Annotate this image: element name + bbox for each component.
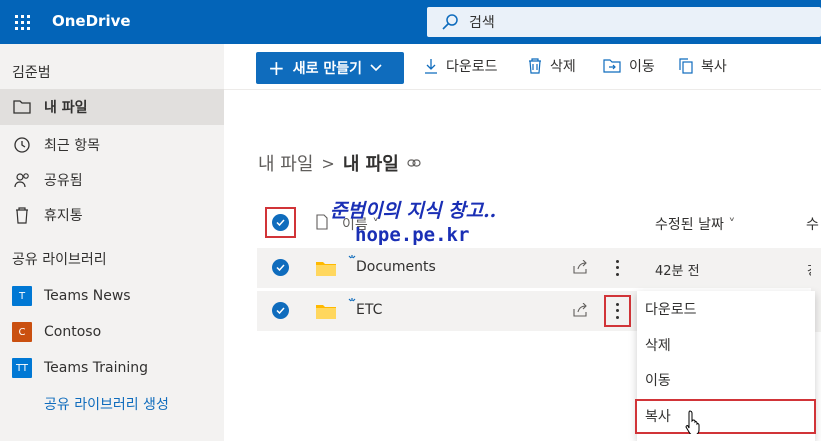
file-name[interactable]: Documents xyxy=(356,259,436,275)
nav-item-shared[interactable]: 공유됨 xyxy=(0,162,224,198)
search-box[interactable]: 검색 xyxy=(427,7,821,37)
folder-icon xyxy=(12,97,32,117)
highlight-copy xyxy=(635,399,816,434)
file-name[interactable]: ETC xyxy=(356,302,382,318)
share-icon[interactable] xyxy=(573,260,589,274)
folder-icon xyxy=(316,305,336,319)
search-icon xyxy=(442,14,458,30)
library-badge: C xyxy=(12,322,32,342)
library-contoso[interactable]: C Contoso xyxy=(12,321,101,343)
download-icon xyxy=(425,59,437,74)
move-label: 이동 xyxy=(629,59,655,75)
plus-icon: + xyxy=(268,56,285,80)
link-icon[interactable] xyxy=(407,159,421,167)
file-type-icon xyxy=(316,214,328,230)
nav-item-label: 내 파일 xyxy=(44,100,88,116)
user-name: 김준범 xyxy=(12,65,51,81)
move-icon xyxy=(603,59,621,73)
chevron-down-icon xyxy=(370,64,382,72)
menu-item-delete[interactable]: 삭제 xyxy=(637,327,815,363)
nav-item-label: 휴지통 xyxy=(44,208,83,224)
create-library-link[interactable]: 공유 라이브러리 생성 xyxy=(44,394,169,414)
library-label: Teams Training xyxy=(44,360,148,376)
library-badge: TT xyxy=(12,358,32,378)
library-teams-news[interactable]: T Teams News xyxy=(12,285,131,307)
people-icon xyxy=(12,170,32,190)
trash-icon xyxy=(12,205,32,225)
command-bar: + 새로 만들기 다운로드 삭제 이동 복사 xyxy=(224,44,821,90)
watermark-url: hope.pe.kr xyxy=(355,224,470,246)
row-checkbox[interactable] xyxy=(272,259,289,276)
column-header-modified[interactable]: 수정된 날짜 ˅ xyxy=(655,214,735,234)
menu-item-move[interactable]: 이동 xyxy=(637,362,815,398)
library-label: Contoso xyxy=(44,324,102,340)
nav-item-my-files[interactable]: 내 파일 xyxy=(0,89,224,125)
table-row[interactable]: Documents 42분 전 강 xyxy=(257,248,821,288)
column-modified-label: 수정된 날짜 xyxy=(655,217,724,233)
library-badge: T xyxy=(12,286,32,306)
nav-item-label: 공유됨 xyxy=(44,173,83,189)
copy-icon xyxy=(679,58,693,74)
checkmark-icon xyxy=(272,214,289,231)
copy-button[interactable]: 복사 xyxy=(679,56,727,76)
breadcrumb: 내 파일 > 내 파일 xyxy=(258,150,421,176)
nav-item-recycle-bin[interactable]: 휴지통 xyxy=(0,197,224,233)
move-button[interactable]: 이동 xyxy=(603,56,655,76)
nav-item-label: 최근 항목 xyxy=(44,138,100,154)
delete-label: 삭제 xyxy=(550,59,576,75)
new-button-label: 새로 만들기 xyxy=(292,61,363,77)
shared-libraries-heading: 공유 라이브러리 xyxy=(12,252,107,268)
hand-cursor-icon xyxy=(685,410,700,434)
checkmark-icon xyxy=(276,307,285,314)
nav-item-recent[interactable]: 최근 항목 xyxy=(0,127,224,163)
modified-value: 42분 전 xyxy=(655,264,700,279)
app-title[interactable]: OneDrive xyxy=(52,12,131,30)
folder-icon xyxy=(316,262,336,276)
more-options-icon[interactable] xyxy=(613,258,621,278)
chevron-down-icon: ˅ xyxy=(728,217,736,233)
download-label: 다운로드 xyxy=(446,59,498,75)
highlight-more-options xyxy=(604,295,631,327)
select-all-checkbox[interactable] xyxy=(265,207,296,238)
new-button[interactable]: + 새로 만들기 xyxy=(256,52,404,84)
row-checkbox[interactable] xyxy=(272,302,289,319)
library-label: Teams News xyxy=(44,288,131,304)
share-icon[interactable] xyxy=(573,303,589,317)
waffle-icon xyxy=(14,14,30,30)
copy-label: 복사 xyxy=(701,59,727,75)
breadcrumb-parent[interactable]: 내 파일 xyxy=(258,150,313,176)
checkmark-icon xyxy=(276,264,285,271)
chevron-right-icon: > xyxy=(321,153,335,173)
delete-button[interactable]: 삭제 xyxy=(528,56,576,76)
watermark-title: 준범이의 지식 창고.. xyxy=(330,200,497,222)
trash-icon xyxy=(529,58,541,74)
breadcrumb-current: 내 파일 xyxy=(342,154,399,175)
app-launcher-button[interactable] xyxy=(0,0,44,44)
library-teams-training[interactable]: TT Teams Training xyxy=(12,357,148,379)
download-button[interactable]: 다운로드 xyxy=(424,56,498,76)
menu-item-download[interactable]: 다운로드 xyxy=(637,291,815,327)
search-input[interactable]: 검색 xyxy=(469,12,495,32)
column-header-next[interactable]: 수 xyxy=(806,214,819,234)
clock-icon xyxy=(12,135,32,155)
top-bar: OneDrive 검색 xyxy=(0,0,821,44)
